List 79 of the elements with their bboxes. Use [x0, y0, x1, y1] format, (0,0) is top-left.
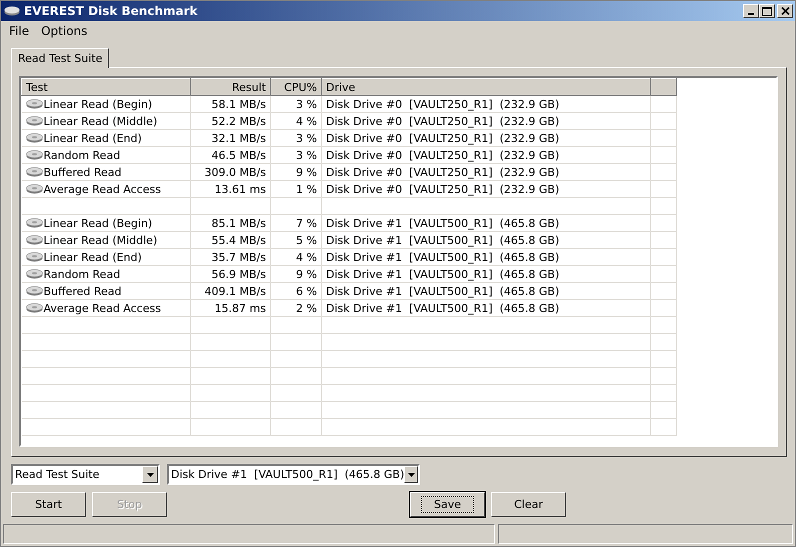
table-cell: Disk Drive #1 [VAULT500_R1] (465.8 GB)	[322, 300, 650, 317]
close-icon	[780, 7, 790, 15]
table-cell: 32.1 MB/s	[190, 130, 270, 147]
menu-item[interactable]: Options	[35, 24, 94, 38]
table-cell: 85.1 MB/s	[190, 214, 270, 232]
disk-icon	[26, 133, 42, 144]
table-cell: Average Read Access	[44, 302, 161, 315]
table-cell: 58.1 MB/s	[190, 96, 270, 113]
table-cell: Disk Drive #1 [VAULT500_R1] (465.8 GB)	[322, 214, 650, 232]
table-cell: Buffered Read	[44, 166, 122, 179]
table-cell: Disk Drive #0 [VAULT250_R1] (232.9 GB)	[322, 146, 650, 164]
table-cell: 13.61 ms	[190, 180, 270, 198]
table-cell: 309.0 MB/s	[190, 164, 270, 181]
table-cell: 409.1 MB/s	[190, 282, 270, 300]
app-disk-icon	[4, 6, 20, 16]
table-cell: 7 %	[270, 214, 322, 232]
disk-icon	[26, 286, 42, 296]
table-cell: Disk Drive #1 [VAULT500_R1] (465.8 GB)	[322, 232, 650, 249]
disk-icon	[26, 269, 42, 280]
disk-icon	[26, 218, 42, 228]
table-cell: 9 %	[270, 164, 322, 181]
table-cell: Buffered Read	[44, 284, 122, 298]
table-cell: Average Read Access	[44, 182, 161, 196]
disk-icon	[26, 303, 42, 314]
disk-icon	[26, 99, 42, 110]
table-cell: 46.5 MB/s	[190, 146, 270, 164]
disk-icon	[26, 150, 42, 160]
table-cell: Disk Drive #1 [VAULT500_R1] (465.8 GB)	[322, 282, 650, 300]
table-cell: Linear Read (End)	[44, 250, 142, 264]
menu-item[interactable]: File	[3, 24, 36, 38]
disk-icon	[26, 235, 42, 246]
button[interactable]: Save	[410, 492, 485, 518]
minimize-button[interactable]	[743, 4, 759, 18]
table-cell: 56.9 MB/s	[190, 266, 270, 283]
table-cell: Disk Drive #0 [VAULT250_R1] (232.9 GB)	[322, 112, 650, 130]
table-cell: Random Read	[44, 148, 120, 162]
table-cell: 3 %	[270, 96, 322, 113]
table-cell: Disk Drive #0 [VAULT250_R1] (232.9 GB)	[322, 130, 650, 147]
table-cell: 15.87 ms	[190, 300, 270, 317]
table-cell: 52.2 MB/s	[190, 112, 270, 130]
table-cell: Linear Read (Begin)	[44, 216, 152, 230]
close-button[interactable]	[777, 4, 793, 18]
dropdown[interactable]: Read Test Suite	[11, 464, 160, 486]
dropdown[interactable]: Disk Drive #1 [VAULT500_R1] (465.8 GB)	[167, 464, 420, 486]
table-cell: 3 %	[270, 146, 322, 164]
column-header[interactable]: Drive	[322, 78, 650, 96]
disk-icon	[26, 167, 42, 178]
table-cell: Linear Read (Begin)	[44, 98, 152, 111]
table-cell: Linear Read (End)	[44, 132, 142, 145]
table-cell: 3 %	[270, 130, 322, 147]
table-cell: 5 %	[270, 232, 322, 249]
table-cell: Disk Drive #1 [VAULT500_R1] (465.8 GB)	[322, 266, 650, 283]
table-cell: Random Read	[44, 268, 120, 281]
table-cell: 2 %	[270, 300, 322, 317]
disk-icon	[26, 184, 42, 194]
maximize-button[interactable]	[759, 4, 775, 18]
table-cell: 9 %	[270, 266, 322, 283]
table-cell: Disk Drive #1 [VAULT500_R1] (465.8 GB)	[322, 248, 650, 266]
column-header[interactable]: Test	[22, 78, 190, 96]
table-cell: Linear Read (Middle)	[44, 234, 158, 247]
table-cell: Disk Drive #0 [VAULT250_R1] (232.9 GB)	[322, 164, 650, 181]
maximize-icon	[762, 6, 772, 16]
table-cell: Disk Drive #0 [VAULT250_R1] (232.9 GB)	[322, 180, 650, 198]
table-cell: 4 %	[270, 248, 322, 266]
disk-icon	[26, 252, 42, 262]
button[interactable]: Start	[11, 492, 86, 518]
window-title: EVEREST Disk Benchmark	[24, 4, 198, 18]
disk-icon	[26, 116, 42, 126]
tab[interactable]: Read Test Suite	[11, 48, 110, 68]
table-cell: 4 %	[270, 112, 322, 130]
table-cell: 1 %	[270, 180, 322, 198]
table-cell: 35.7 MB/s	[190, 248, 270, 266]
table-cell: Disk Drive #0 [VAULT250_R1] (232.9 GB)	[322, 96, 650, 113]
column-header[interactable]: CPU%	[270, 78, 322, 96]
table-cell: 6 %	[270, 282, 322, 300]
button[interactable]: Clear	[491, 492, 566, 518]
column-header[interactable]: Result	[190, 78, 270, 96]
table-cell: 55.4 MB/s	[190, 232, 270, 249]
table-cell: Linear Read (Middle)	[44, 114, 158, 128]
